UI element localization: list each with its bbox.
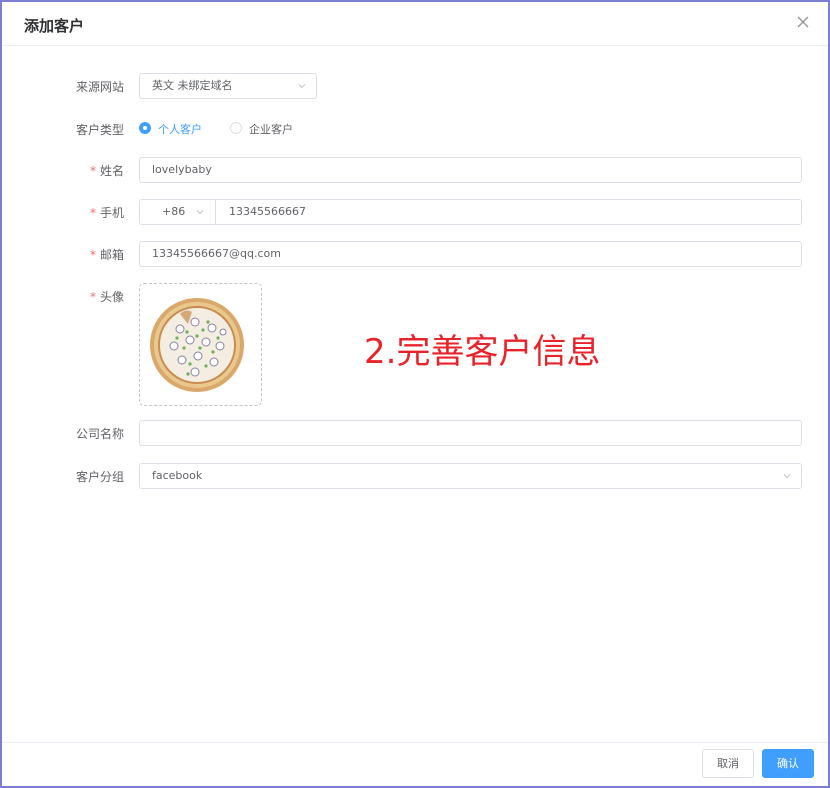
group-label: 客户分组 bbox=[75, 470, 124, 484]
form-row-phone: * 手机 +86 13345566667 bbox=[2, 199, 828, 225]
form-row-company: 公司名称 bbox=[2, 420, 828, 446]
chevron-down-icon bbox=[298, 84, 306, 89]
pizza-avatar-image bbox=[150, 298, 244, 392]
required-mark: * bbox=[89, 248, 96, 262]
dialog-footer: 取消 确认 bbox=[2, 742, 828, 786]
company-input[interactable] bbox=[139, 420, 802, 446]
name-value: lovelybaby bbox=[152, 163, 212, 176]
radio-checked-icon bbox=[139, 122, 151, 134]
country-code-select[interactable]: +86 bbox=[140, 200, 216, 224]
form-row-group: 客户分组 facebook bbox=[2, 463, 828, 489]
radio-unchecked-icon bbox=[230, 122, 242, 134]
chevron-down-icon bbox=[196, 210, 204, 215]
cancel-button[interactable]: 取消 bbox=[702, 749, 754, 778]
email-value: 13345566667@qq.com bbox=[152, 247, 281, 260]
group-value: facebook bbox=[152, 469, 203, 482]
phone-label: * 手机 bbox=[89, 206, 124, 220]
source-site-label: 来源网站 bbox=[75, 80, 124, 94]
email-label: * 邮箱 bbox=[89, 248, 124, 262]
email-input[interactable]: 13345566667@qq.com bbox=[139, 241, 802, 267]
form-row-name: * 姓名 lovelybaby bbox=[2, 157, 828, 183]
form-row-email: * 邮箱 13345566667@qq.com bbox=[2, 241, 828, 267]
phone-input-group: +86 13345566667 bbox=[139, 199, 802, 225]
form-row-customer-type: 客户类型 个人客户 企业客户 bbox=[2, 120, 828, 137]
radio-individual-label: 个人客户 bbox=[158, 123, 202, 136]
chevron-down-icon bbox=[783, 474, 791, 479]
phone-input[interactable]: 13345566667 bbox=[229, 200, 306, 224]
radio-individual-customer[interactable]: 个人客户 bbox=[139, 120, 219, 136]
dialog-header: 添加客户 bbox=[2, 2, 828, 46]
country-code-value: +86 bbox=[162, 205, 186, 218]
radio-enterprise-label: 企业客户 bbox=[249, 123, 293, 136]
form-row-source-site: 来源网站 英文 未绑定域名 bbox=[2, 73, 828, 99]
annotation-text: 2.完善客户信息 bbox=[364, 332, 601, 372]
dialog-title: 添加客户 bbox=[24, 17, 85, 35]
add-customer-dialog: 添加客户 来源网站 英文 未绑定域名 客户类型 个人客户 企业客户 * 姓名 l… bbox=[0, 0, 830, 788]
radio-enterprise-customer[interactable]: 企业客户 bbox=[230, 120, 310, 136]
group-select[interactable]: facebook bbox=[139, 463, 802, 489]
company-label: 公司名称 bbox=[75, 427, 124, 441]
name-input[interactable]: lovelybaby bbox=[139, 157, 802, 183]
required-mark: * bbox=[89, 164, 96, 178]
close-icon[interactable] bbox=[794, 13, 812, 31]
confirm-button[interactable]: 确认 bbox=[762, 749, 814, 778]
avatar-upload[interactable] bbox=[139, 283, 262, 406]
avatar-label: * 头像 bbox=[89, 290, 124, 304]
required-mark: * bbox=[89, 290, 96, 304]
customer-type-label: 客户类型 bbox=[75, 123, 124, 137]
required-mark: * bbox=[89, 206, 96, 220]
source-site-value: 英文 未绑定域名 bbox=[152, 79, 233, 92]
source-site-select[interactable]: 英文 未绑定域名 bbox=[139, 73, 317, 99]
name-label: * 姓名 bbox=[89, 164, 124, 178]
